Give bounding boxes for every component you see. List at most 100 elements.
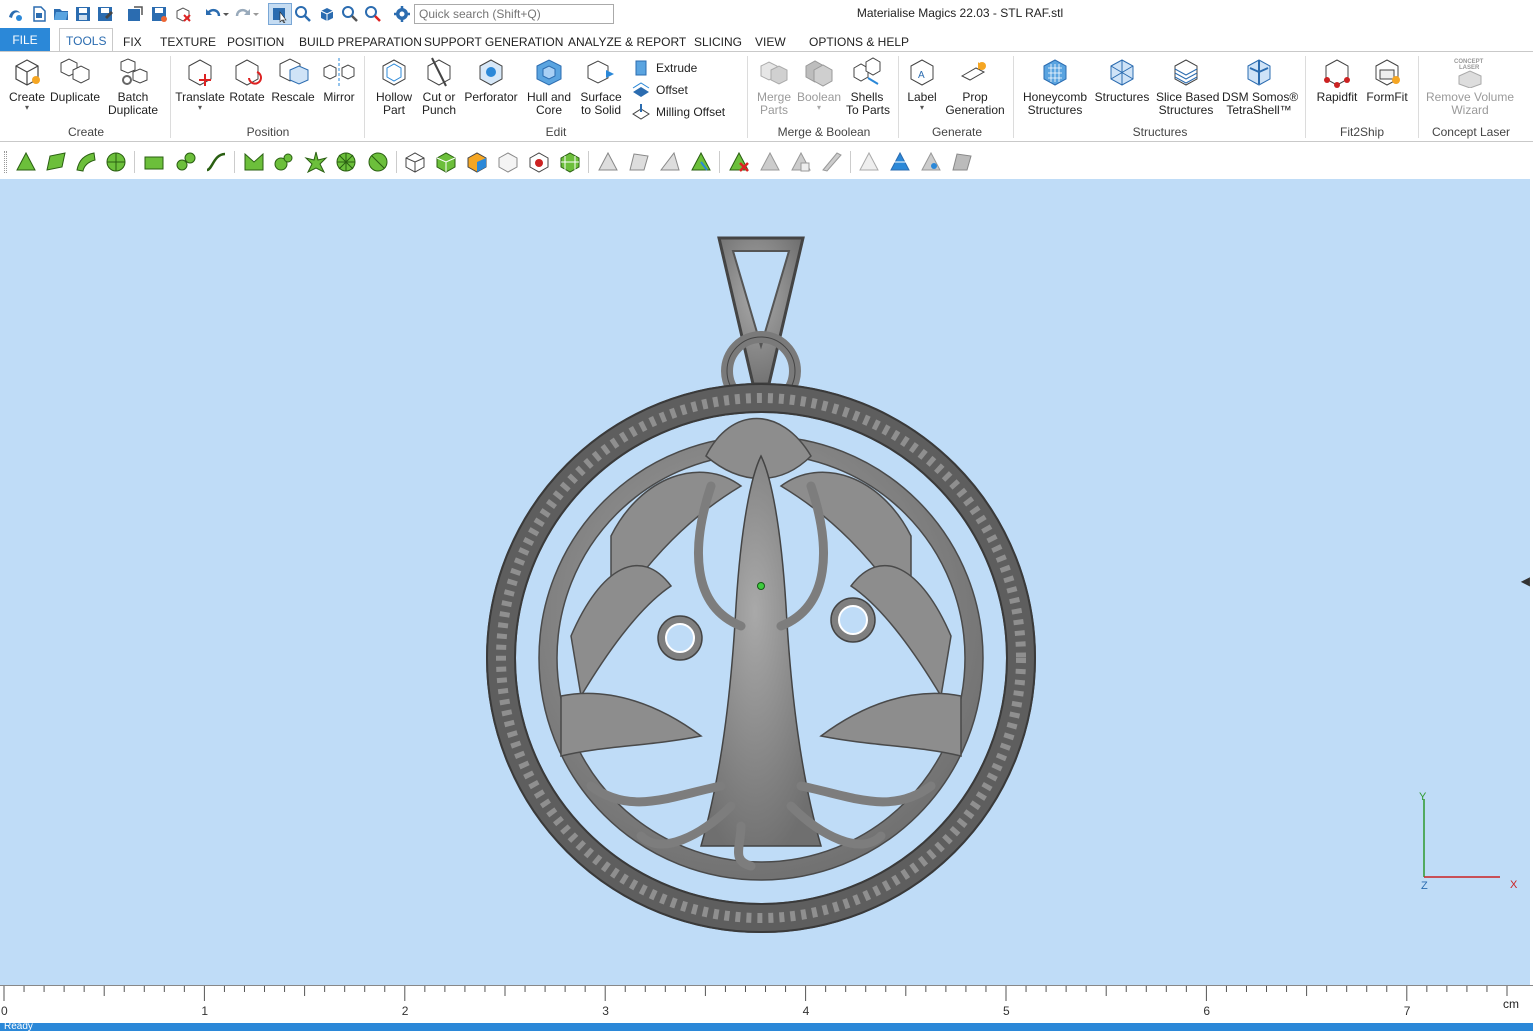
mark-surface-icon[interactable]	[74, 150, 98, 174]
rapidfit-icon	[1324, 59, 1350, 88]
3d-viewport[interactable]: Y X Z ◀	[0, 179, 1530, 985]
pendant-model[interactable]	[0, 179, 1530, 985]
tab-fix[interactable]: FIX	[123, 32, 142, 52]
panel-collapse-icon[interactable]: ◀	[1521, 574, 1530, 588]
triangle-flip-icon[interactable]	[658, 150, 682, 174]
tab-texture[interactable]: TEXTURE	[160, 32, 216, 52]
toolbar-grip[interactable]	[4, 151, 7, 173]
tab-position[interactable]: POSITION	[227, 32, 284, 52]
remove-volume-label-2: Wizard	[1451, 103, 1489, 117]
zoom-part-icon[interactable]	[294, 5, 312, 23]
perforator-button[interactable]: Perforator	[464, 56, 518, 104]
tab-slicing[interactable]: SLICING	[694, 32, 742, 52]
mark-curve-icon[interactable]	[204, 150, 228, 174]
extrude-button[interactable]: Extrude	[632, 58, 742, 78]
svg-text:A: A	[918, 70, 925, 81]
hull-and-core-button[interactable]: Hull and Core	[525, 56, 573, 117]
unload-part-icon[interactable]	[174, 5, 192, 23]
import-part-icon[interactable]	[126, 5, 144, 23]
triangle-select-icon[interactable]	[888, 150, 912, 174]
structures-button[interactable]: Structures	[1094, 56, 1150, 104]
triangle-color-icon[interactable]	[689, 150, 713, 174]
green-cube-icon[interactable]	[434, 150, 458, 174]
translate-button[interactable]: Translate ▾	[175, 56, 225, 112]
duplicate-button[interactable]: Duplicate	[50, 56, 100, 104]
triangle-stack-icon[interactable]	[789, 150, 813, 174]
mark-shell-icon[interactable]	[104, 150, 128, 174]
save-part-icon[interactable]	[150, 5, 168, 23]
tab-file[interactable]: FILE	[0, 28, 50, 52]
cube-grid-icon[interactable]	[558, 150, 582, 174]
cube-marker-icon[interactable]	[527, 150, 551, 174]
new-file-icon[interactable]	[30, 5, 48, 23]
mark-plane-icon[interactable]	[44, 150, 68, 174]
hollow-part-button[interactable]: Hollow Part	[373, 56, 415, 117]
triangle-slant-icon[interactable]	[820, 150, 844, 174]
tab-analyze-report[interactable]: ANALYZE & REPORT	[568, 32, 686, 52]
rotate-label: Rotate	[229, 90, 265, 104]
undo-icon[interactable]	[204, 5, 222, 23]
formfit-label: FormFit	[1366, 90, 1408, 104]
redo-dropdown-icon[interactable]	[252, 5, 260, 23]
mark-rectangle-icon[interactable]	[142, 150, 166, 174]
plane-grey-icon[interactable]	[950, 150, 974, 174]
settings-gear-icon[interactable]	[393, 5, 411, 23]
rescale-button[interactable]: Rescale	[271, 56, 315, 104]
honeycomb-structures-button[interactable]: Honeycomb Structures	[1022, 56, 1088, 117]
mark-contour-icon[interactable]	[174, 150, 198, 174]
mirror-button[interactable]: Mirror	[319, 56, 359, 104]
shells-to-parts-label-1: Shells	[850, 90, 884, 104]
tab-tools[interactable]: TOOLS	[59, 28, 114, 53]
boolean-button[interactable]: Boolean ▾	[797, 56, 841, 112]
triangle-dot-icon[interactable]	[919, 150, 943, 174]
open-file-icon[interactable]	[52, 5, 70, 23]
view-part-icon[interactable]	[318, 5, 336, 23]
select-part-cube-icon[interactable]	[403, 150, 427, 174]
select-part-icon[interactable]	[271, 5, 289, 23]
color-cube-icon[interactable]	[465, 150, 489, 174]
wire-cube-icon[interactable]	[496, 150, 520, 174]
undo-dropdown-icon[interactable]	[222, 5, 230, 23]
triangle-light-icon[interactable]	[857, 150, 881, 174]
shells-to-parts-button[interactable]: Shells To Parts	[846, 56, 890, 117]
plane-outline-icon[interactable]	[627, 150, 651, 174]
quick-search-input[interactable]	[414, 4, 614, 24]
tab-view[interactable]: VIEW	[755, 32, 786, 52]
triangle-outline-icon[interactable]	[596, 150, 620, 174]
extrude-icon	[635, 60, 647, 76]
mark-cluster-icon[interactable]	[272, 150, 296, 174]
axis-label-z: Z	[1421, 880, 1428, 892]
triangle-grey-icon[interactable]	[758, 150, 782, 174]
tab-build-preparation[interactable]: BUILD PREPARATION	[299, 32, 422, 52]
mark-triangle-icon[interactable]	[14, 150, 38, 174]
rapidfit-button[interactable]: Rapidfit	[1314, 56, 1360, 104]
remove-volume-wizard-button[interactable]: CONCEPT LASER Remove Volume Wizard	[1424, 56, 1516, 117]
formfit-button[interactable]: FormFit	[1364, 56, 1410, 104]
merge-parts-label-2: Parts	[759, 103, 788, 117]
mark-sphere-icon[interactable]	[366, 150, 390, 174]
delete-triangle-icon[interactable]	[727, 150, 751, 174]
surface-to-solid-button[interactable]: Surface to Solid	[578, 56, 624, 117]
save-as-icon[interactable]	[96, 5, 114, 23]
mark-multiple-icon[interactable]	[242, 150, 266, 174]
mark-web-icon[interactable]	[334, 150, 358, 174]
tab-support-generation[interactable]: SUPPORT GENERATION	[424, 32, 563, 52]
create-button[interactable]: Create ▾	[6, 56, 48, 112]
redo-icon[interactable]	[234, 5, 252, 23]
milling-offset-button[interactable]: Milling Offset	[632, 102, 742, 122]
merge-parts-button[interactable]: Merge Parts	[754, 56, 794, 117]
group-divider	[170, 56, 171, 138]
rotate-button[interactable]: Rotate	[228, 56, 266, 104]
zoom-icon[interactable]	[341, 5, 359, 23]
cut-or-punch-button[interactable]: Cut or Punch	[418, 56, 460, 117]
dsm-somos-tetrashell-button[interactable]: DSM Somos® TetraShell™	[1222, 56, 1298, 117]
slice-based-structures-button[interactable]: Slice Based Structures	[1156, 56, 1219, 117]
offset-button[interactable]: Offset	[632, 80, 742, 100]
label-button[interactable]: A Label ▾	[902, 56, 942, 112]
batch-duplicate-button[interactable]: Batch Duplicate	[106, 56, 160, 117]
prop-generation-button[interactable]: Prop Generation	[944, 56, 1006, 117]
tab-options-help[interactable]: OPTIONS & HELP	[809, 32, 909, 52]
save-icon[interactable]	[74, 5, 92, 23]
zoom-remove-icon[interactable]	[364, 5, 382, 23]
mark-star-icon[interactable]	[304, 150, 328, 174]
